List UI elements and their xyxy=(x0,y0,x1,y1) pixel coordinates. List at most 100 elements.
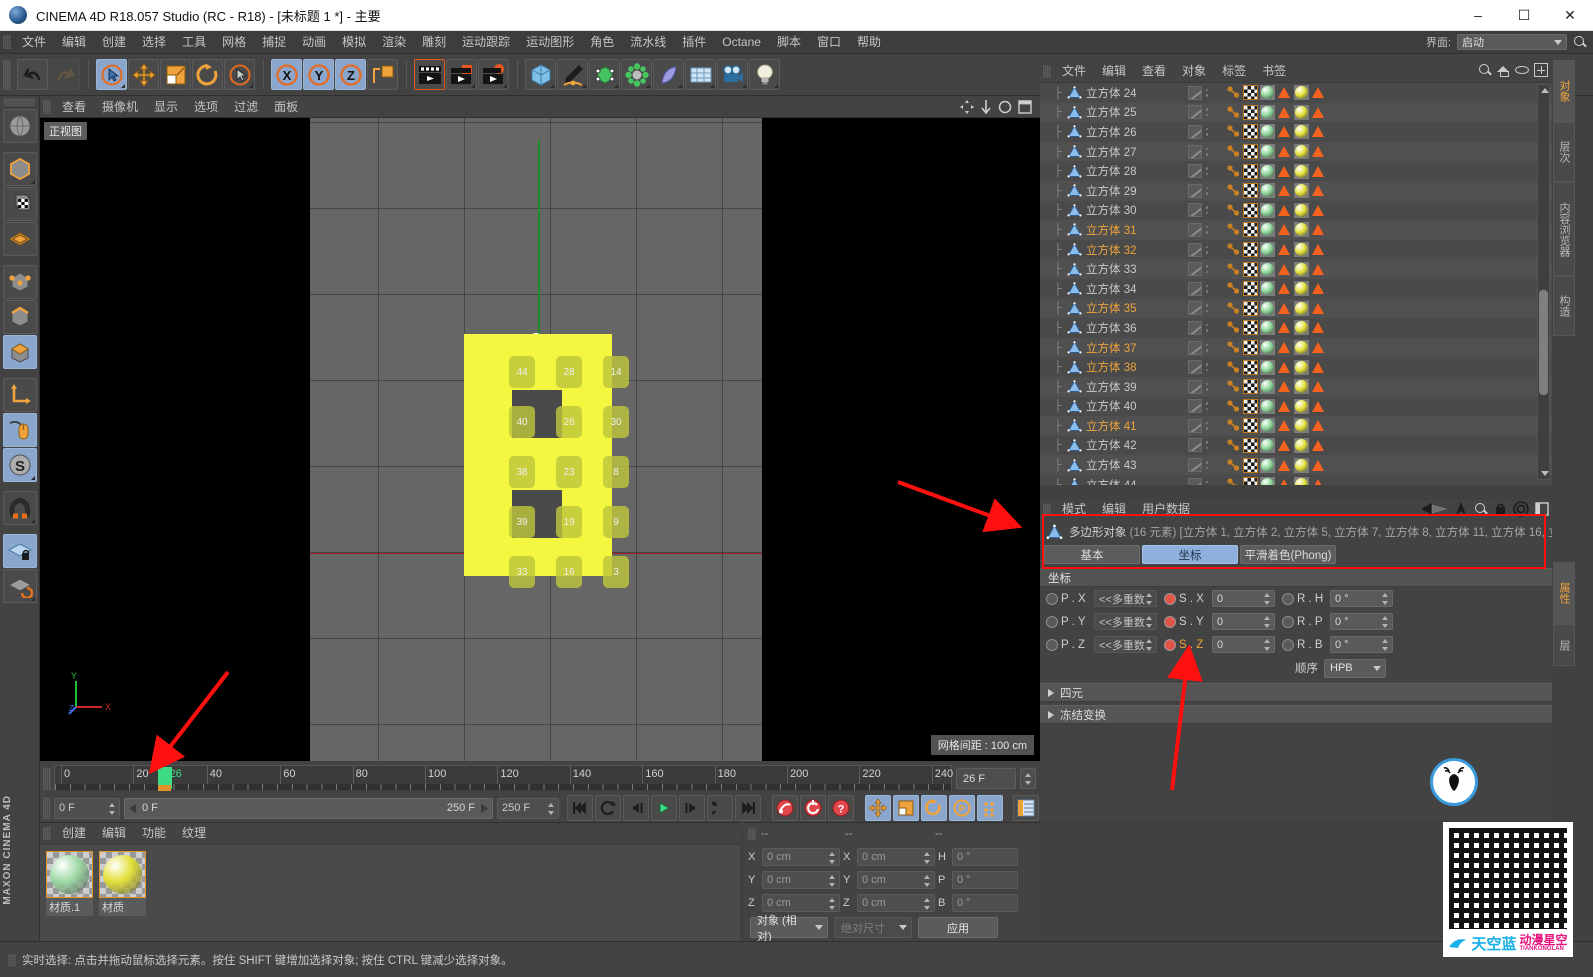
make-editable-button[interactable] xyxy=(3,109,37,143)
rotate-viewport-icon[interactable] xyxy=(998,100,1012,114)
apply-button[interactable]: 应用 xyxy=(918,917,998,938)
menu-edit[interactable]: 编辑 xyxy=(54,31,94,54)
selection-tag-2-icon[interactable] xyxy=(1311,164,1326,179)
tab-basic[interactable]: 基本 xyxy=(1044,545,1140,564)
object-layer-swatch[interactable] xyxy=(1188,418,1202,433)
polygons-face-mode-button[interactable] xyxy=(3,335,37,369)
coordinate-position-field[interactable]: 0 cm xyxy=(762,870,840,889)
menu-character[interactable]: 角色 xyxy=(582,31,622,54)
visibility-dots-icon[interactable] xyxy=(1204,438,1210,452)
stepper-arrows-icon[interactable] xyxy=(1382,639,1389,651)
green-material-tag-icon[interactable] xyxy=(1260,124,1275,140)
edges-mode-button[interactable] xyxy=(3,300,37,334)
object-layer-swatch[interactable] xyxy=(1188,438,1202,453)
green-material-tag-icon[interactable] xyxy=(1260,457,1275,473)
deformer-button[interactable] xyxy=(653,59,684,90)
menu-select[interactable]: 选择 xyxy=(134,31,174,54)
yellow-material-tag-icon[interactable] xyxy=(1294,242,1309,258)
connector-tag-icon[interactable] xyxy=(1226,399,1241,414)
green-material-tag-icon[interactable] xyxy=(1260,418,1275,434)
connector-tag-icon[interactable] xyxy=(1226,203,1241,218)
stepper-arrows-icon[interactable] xyxy=(1382,616,1389,628)
yellow-material-tag-icon[interactable] xyxy=(1294,418,1309,434)
loop-back-button[interactable] xyxy=(595,795,621,821)
attribute-rotation-radio[interactable] xyxy=(1282,592,1294,605)
texture-tag-icon[interactable] xyxy=(1243,85,1258,101)
texture-tag-icon[interactable] xyxy=(1243,104,1258,120)
back-navigation-icon[interactable] xyxy=(1420,501,1448,517)
object-layer-swatch[interactable] xyxy=(1188,320,1202,335)
green-material-tag-icon[interactable] xyxy=(1260,300,1275,316)
object-layer-swatch[interactable] xyxy=(1188,144,1202,159)
green-material-tag-icon[interactable] xyxy=(1260,398,1275,414)
table-row[interactable]: ├ 立方体 39 xyxy=(1040,376,1552,397)
table-row[interactable]: ├ 立方体 36 xyxy=(1040,318,1552,338)
stepper-arrows-icon[interactable] xyxy=(1146,639,1153,651)
attribute-rotation-radio[interactable] xyxy=(1282,638,1294,651)
selection-tag-icon[interactable] xyxy=(1277,242,1292,257)
object-layer-swatch[interactable] xyxy=(1188,222,1202,237)
material-menu-edit[interactable]: 编辑 xyxy=(94,822,134,845)
vtab-objects[interactable]: 对象 xyxy=(1553,60,1575,122)
coordinate-size-field[interactable]: 0 cm xyxy=(857,893,935,912)
yellow-material-tag-icon[interactable] xyxy=(1294,222,1309,238)
object-layer-swatch[interactable] xyxy=(1188,85,1202,100)
attribute-scale-radio[interactable] xyxy=(1164,615,1176,628)
visibility-dots-icon[interactable] xyxy=(1204,164,1210,178)
scrollbar-thumb[interactable] xyxy=(1539,290,1548,395)
stepper-arrows-icon[interactable] xyxy=(1382,593,1389,605)
coordinate-position-field[interactable]: 0 cm xyxy=(762,847,840,866)
connector-tag-icon[interactable] xyxy=(1226,124,1241,139)
table-row[interactable]: ├ 立方体 40 xyxy=(1040,396,1552,417)
table-row[interactable]: ├ 立方体 33 xyxy=(1040,259,1552,279)
connector-tag-icon[interactable] xyxy=(1226,458,1241,473)
connector-tag-icon[interactable] xyxy=(1226,281,1241,296)
green-material-tag-icon[interactable] xyxy=(1260,379,1275,395)
menu-tools[interactable]: 工具 xyxy=(174,31,214,54)
connector-tag-icon[interactable] xyxy=(1226,85,1241,100)
texture-tag-icon[interactable] xyxy=(1243,379,1258,395)
stepper-arrows-icon[interactable] xyxy=(829,897,836,911)
visibility-dots-icon[interactable] xyxy=(1204,223,1210,237)
tab-coordinates[interactable]: 坐标 xyxy=(1142,545,1238,564)
texture-tag-icon[interactable] xyxy=(1243,359,1258,375)
light-button[interactable] xyxy=(749,59,780,90)
attribute-position-radio[interactable] xyxy=(1046,592,1058,605)
table-row[interactable]: ├ 立方体 28 xyxy=(1040,161,1552,181)
coordinate-size-field[interactable]: 0 cm xyxy=(857,847,935,866)
object-menu-tags[interactable]: 标签 xyxy=(1214,60,1254,83)
selection-variant-tool[interactable] xyxy=(224,59,255,90)
ellipse-icon[interactable] xyxy=(1515,66,1529,74)
selection-tag-icon[interactable] xyxy=(1277,477,1292,485)
selection-tag-icon[interactable] xyxy=(1277,418,1292,433)
table-row[interactable]: ├ 立方体 34 xyxy=(1040,278,1552,299)
attribute-position-radio[interactable] xyxy=(1046,615,1058,628)
object-menu-objects[interactable]: 对象 xyxy=(1174,60,1214,83)
yellow-material-tag-icon[interactable] xyxy=(1294,124,1309,140)
connector-tag-icon[interactable] xyxy=(1226,340,1241,355)
texture-tag-icon[interactable] xyxy=(1243,202,1258,218)
attribute-rotation-radio[interactable] xyxy=(1282,615,1294,628)
maximize-viewport-icon[interactable] xyxy=(1018,99,1032,114)
nurbs-generator-button[interactable] xyxy=(589,59,620,90)
visibility-dots-icon[interactable] xyxy=(1204,86,1210,100)
rotate-tool[interactable] xyxy=(192,59,223,90)
material-preview[interactable] xyxy=(46,851,93,898)
rotation-order-dropdown[interactable]: HPB xyxy=(1324,658,1386,678)
visibility-dots-icon[interactable] xyxy=(1204,478,1210,485)
green-material-tag-icon[interactable] xyxy=(1260,183,1275,199)
timeline-ruler[interactable]: 0 20 26 40 60 80 100 120 140 160 180 200 220 240 xyxy=(54,764,953,793)
table-row[interactable]: ├ 立方体 41 xyxy=(1040,416,1552,436)
selection-tag-icon[interactable] xyxy=(1277,85,1292,100)
selection-tag-icon[interactable] xyxy=(1277,438,1292,453)
yellow-material-tag-icon[interactable] xyxy=(1294,300,1309,316)
object-tree-list[interactable]: ├ 立方体 24 ├ 立方体 25 ├ 立方体 26 ├ 立方体 27 ├ 立方体 28 ├ 立方体 … xyxy=(1040,82,1552,485)
green-material-tag-icon[interactable] xyxy=(1260,477,1275,485)
object-layer-swatch[interactable] xyxy=(1188,301,1202,316)
attribute-position-radio[interactable] xyxy=(1046,638,1058,651)
target-icon[interactable] xyxy=(1513,501,1529,517)
table-row[interactable]: ├ 立方体 30 xyxy=(1040,200,1552,221)
scroll-down-arrow-icon[interactable] xyxy=(1541,471,1549,476)
layout-panel-icon[interactable] xyxy=(1535,501,1549,517)
range-right-arrow-icon[interactable] xyxy=(479,803,488,813)
